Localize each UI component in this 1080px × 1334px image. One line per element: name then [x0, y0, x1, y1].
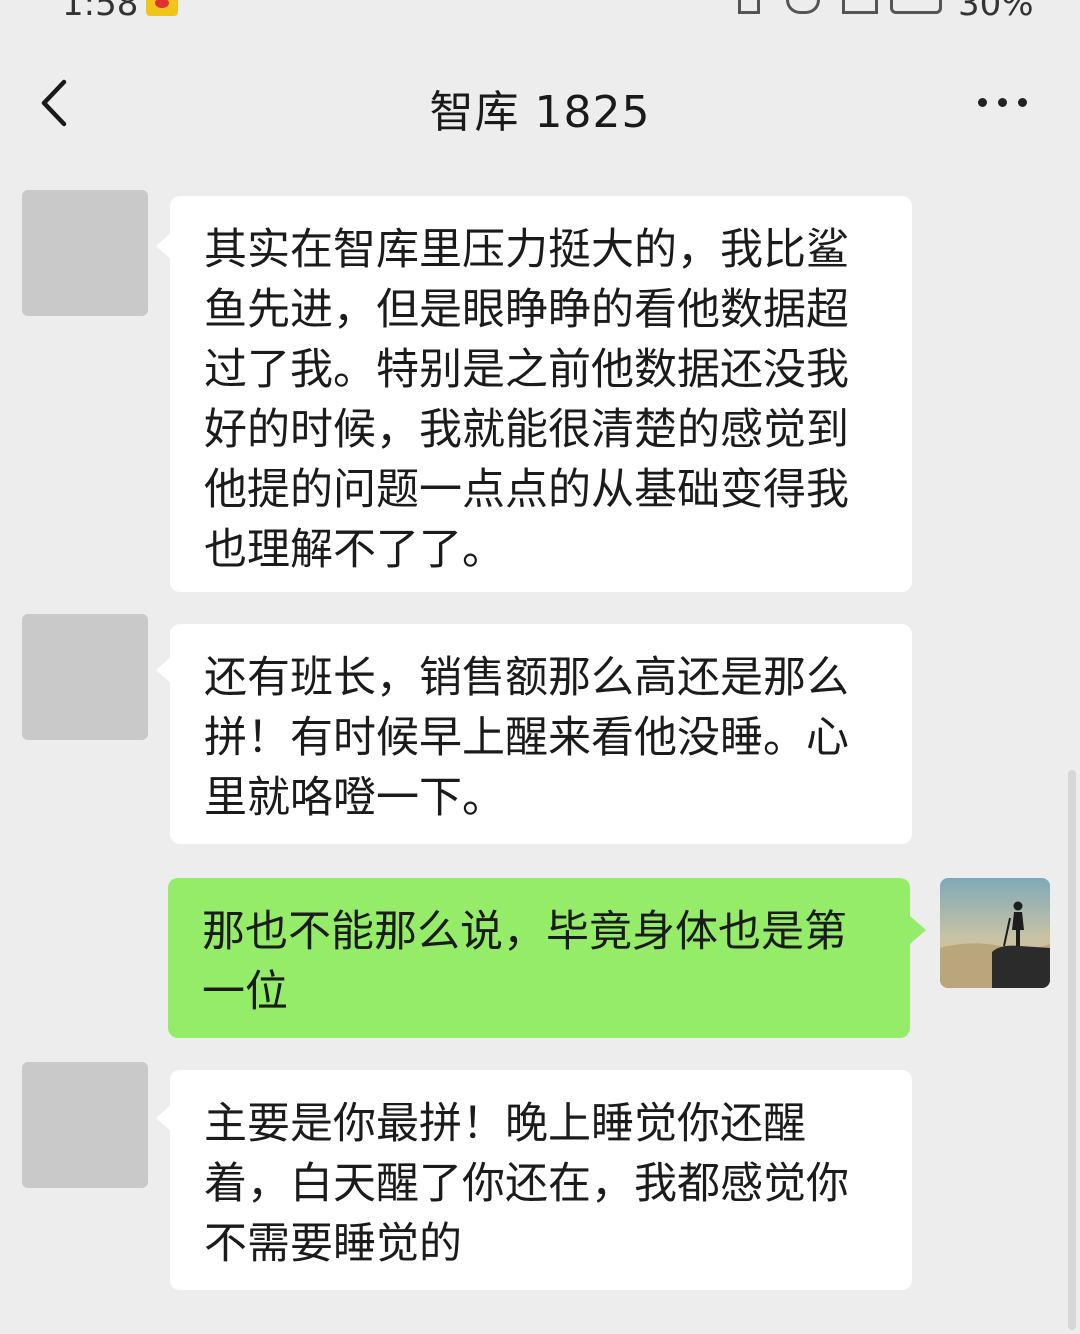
user-avatar[interactable] — [940, 878, 1050, 988]
scrollbar[interactable] — [1068, 770, 1076, 1330]
more-button[interactable] — [972, 90, 1036, 114]
signal-icon — [842, 0, 878, 14]
chat-header: 智库 1825 — [0, 40, 1080, 165]
hiker-silhouette-icon — [940, 878, 1050, 988]
message-bubble-sent[interactable]: 那也不能那么说，毕竟身体也是第一位 — [168, 878, 910, 1038]
contact-avatar[interactable] — [22, 190, 148, 316]
message-bubble-received[interactable]: 还有班长，销售额那么高还是那么拼！有时候早上醒来看他没睡。心里就咯噔一下。 — [170, 624, 912, 844]
chat-title: 智库 1825 — [429, 87, 651, 138]
more-dots-icon — [978, 98, 987, 107]
status-icons — [738, 0, 948, 16]
vibrate-icon — [738, 0, 760, 14]
eye-protection-icon — [146, 0, 178, 16]
more-dot — [998, 98, 1007, 107]
more-dot — [1018, 98, 1027, 107]
battery-icon — [890, 0, 942, 14]
bubble-tail — [910, 916, 926, 944]
contact-avatar[interactable] — [22, 1062, 148, 1188]
chat-screen: 1:58 30% 智库 1825 其实在智库里压力挺大的，我比鲨鱼先进，但是眼睁… — [0, 0, 1080, 1334]
status-time: 1:58 — [62, 0, 139, 22]
message-bubble-received[interactable]: 主要是你最拼！晚上睡觉你还醒着，白天醒了你还在，我都感觉你不需要睡觉的 — [170, 1070, 912, 1290]
status-bar: 1:58 30% — [0, 0, 1080, 22]
contact-avatar[interactable] — [22, 614, 148, 740]
battery-percent: 30% — [958, 0, 1034, 22]
wifi-icon — [786, 0, 820, 14]
message-bubble-received[interactable]: 其实在智库里压力挺大的，我比鲨鱼先进，但是眼睁睁的看他数据超过了我。特别是之前他… — [170, 196, 912, 592]
